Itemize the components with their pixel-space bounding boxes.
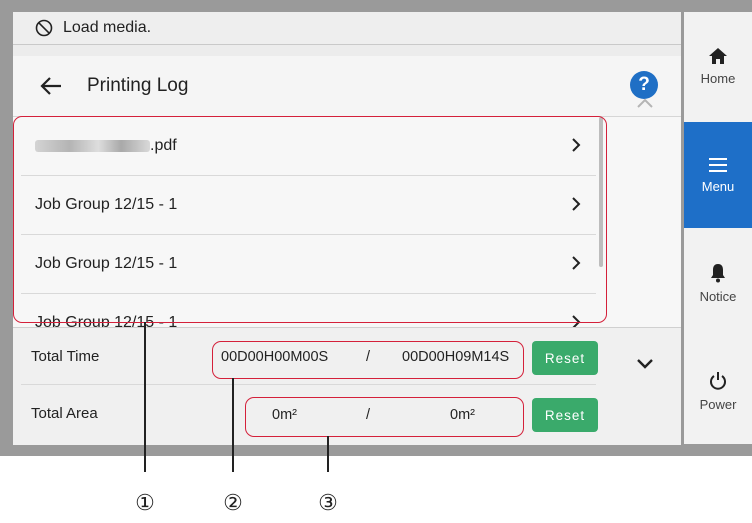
page-title: Printing Log <box>87 75 189 96</box>
highlight-box-3 <box>245 397 524 437</box>
reset-time-button[interactable]: Reset <box>532 341 598 375</box>
sidebar-item-label: Notice <box>699 288 737 304</box>
status-message: Load media. <box>63 19 152 36</box>
highlight-box-2 <box>212 341 524 379</box>
help-button[interactable]: ? <box>630 71 658 99</box>
back-arrow-icon <box>40 77 61 95</box>
sidebar: Home Menu Notice Power <box>684 12 752 444</box>
bell-icon <box>711 263 725 282</box>
title-bar: Printing Log ? <box>13 56 681 117</box>
total-time-label: Total Time <box>31 348 100 365</box>
callout-number-2: ② <box>223 490 243 515</box>
sidebar-item-label: Home <box>700 70 736 86</box>
callout-line-3 <box>327 436 329 472</box>
sidebar-item-menu[interactable]: Menu <box>684 122 752 228</box>
total-area-label: Total Area <box>31 405 98 422</box>
sidebar-item-power[interactable]: Power <box>684 338 752 444</box>
no-media-icon <box>35 19 53 37</box>
menu-icon <box>709 157 727 172</box>
help-icon: ? <box>638 74 650 95</box>
status-bar: Load media. <box>13 12 681 45</box>
reset-area-button[interactable]: Reset <box>532 398 598 432</box>
callout-line-2 <box>232 378 234 472</box>
power-icon <box>710 371 726 390</box>
sidebar-item-notice[interactable]: Notice <box>684 230 752 336</box>
callout-line-1 <box>144 322 146 472</box>
sidebar-item-home[interactable]: Home <box>684 12 752 120</box>
back-button[interactable] <box>31 66 71 106</box>
scroll-up-button[interactable] <box>636 97 654 109</box>
home-icon <box>709 47 727 64</box>
highlight-box-1 <box>13 116 607 323</box>
callout-number-1: ① <box>135 490 155 515</box>
sidebar-item-label: Power <box>699 396 737 412</box>
sidebar-item-label: Menu <box>701 178 735 194</box>
scroll-pane <box>604 117 681 327</box>
callout-number-3: ③ <box>318 490 338 515</box>
scroll-down-button[interactable] <box>636 358 654 370</box>
